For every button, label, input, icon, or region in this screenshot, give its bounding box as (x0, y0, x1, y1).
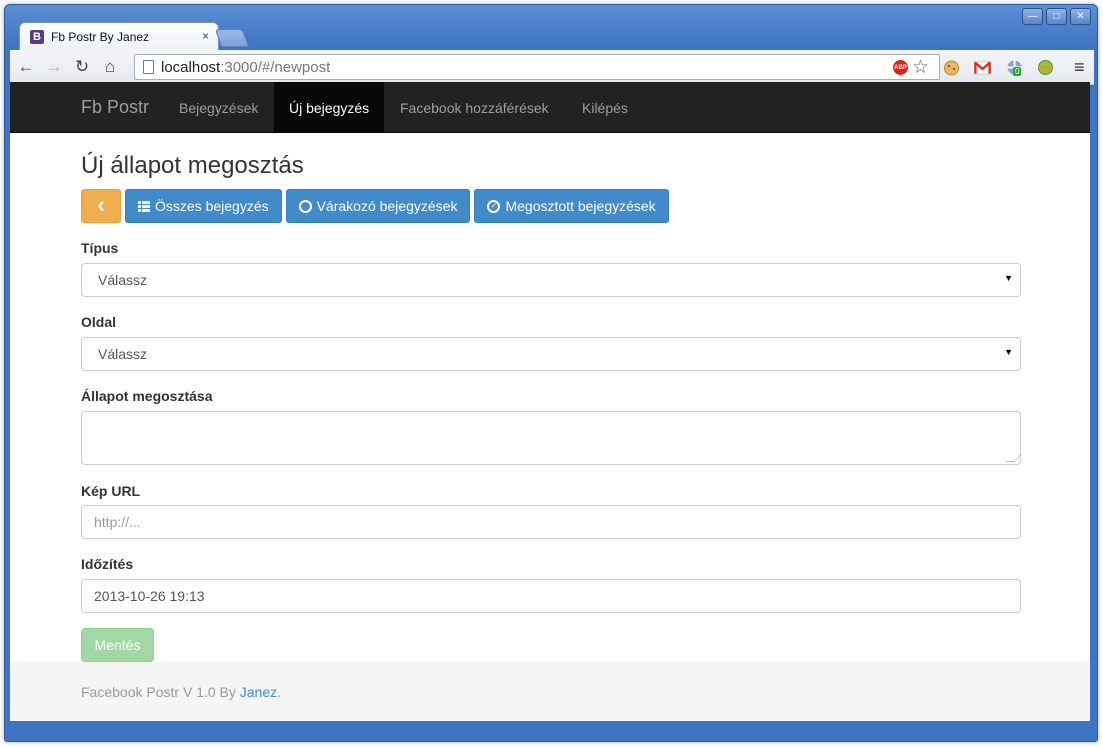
new-tab-button[interactable] (214, 29, 250, 47)
nav-link-facebook-access[interactable]: Facebook hozzáférések (385, 82, 564, 133)
chevron-left-icon: ‹ (97, 191, 105, 217)
back-arrow-icon[interactable]: ← (16, 57, 36, 77)
gmail-icon[interactable] (974, 59, 991, 76)
footer-suffix: . (277, 684, 281, 700)
close-window-button[interactable]: ✕ (1070, 8, 1091, 25)
extension-badge: 0 (1013, 67, 1022, 76)
status-label: Állapot megosztása (81, 388, 213, 404)
status-textarea[interactable] (81, 411, 1022, 465)
home-icon[interactable]: ⌂ (100, 57, 120, 77)
nav-link-posts[interactable]: Bejegyzések (164, 82, 273, 133)
browser-toolbar: ← → ↻ ⌂ localhost:3000/#/newpost ABP ☆ 0… (10, 50, 1094, 85)
type-select[interactable]: Válassz ▼ (81, 263, 1021, 297)
window-controls: — □ ✕ (1022, 8, 1091, 25)
nav-link-new-post[interactable]: Új bejegyzés (274, 82, 385, 133)
shared-posts-button[interactable]: ✓ Megosztott bejegyzések (474, 189, 669, 223)
type-label: Típus (81, 240, 119, 256)
extension-badge-icon[interactable]: 0 (1006, 59, 1023, 76)
shared-posts-label: Megosztott bejegyzések (505, 198, 656, 214)
green-sphere-icon[interactable] (1037, 59, 1054, 76)
navbar-brand[interactable]: Fb Postr (81, 97, 149, 118)
image-url-placeholder: http://... (94, 514, 141, 530)
footer-text: Facebook Postr V 1.0 By Janez. (81, 684, 281, 700)
image-url-label: Kép URL (81, 483, 141, 499)
action-button-group: ‹ Összes bejegyzés Várakozó bejegyzések … (81, 189, 669, 223)
adblock-icon[interactable]: ABP (893, 60, 908, 75)
browser-tab[interactable]: B Fb Postr By Janez × (19, 22, 219, 50)
nav-link-logout[interactable]: Kilépés (567, 82, 643, 133)
bootstrap-favicon-icon: B (30, 29, 44, 44)
maximize-button[interactable]: □ (1046, 8, 1067, 25)
type-select-value: Válassz (98, 272, 148, 288)
minimize-button[interactable]: — (1022, 8, 1043, 25)
select-caret-icon: ▼ (1004, 347, 1013, 357)
url-path: :3000/#/newpost (220, 58, 331, 76)
address-bar[interactable]: localhost:3000/#/newpost (134, 54, 940, 80)
resize-handle-icon[interactable] (1006, 454, 1022, 462)
save-button[interactable]: Mentés (81, 628, 154, 662)
top-navbar: Fb Postr Bejegyzések Új bejegyzés Facebo… (10, 82, 1090, 133)
page-label: Oldal (81, 314, 117, 330)
page-viewport: Fb Postr Bejegyzések Új bejegyzés Facebo… (10, 82, 1090, 721)
pending-posts-label: Várakozó bejegyzések (316, 198, 458, 214)
back-button[interactable]: ‹ (81, 189, 121, 223)
cookie-icon[interactable] (943, 59, 960, 76)
list-icon (138, 200, 150, 212)
browser-window: — □ ✕ B Fb Postr By Janez × ← → ↻ ⌂ loca… (4, 4, 1098, 742)
schedule-value: 2013-10-26 19:13 (94, 588, 205, 604)
pending-posts-button[interactable]: Várakozó bejegyzések (285, 189, 471, 223)
footer: Facebook Postr V 1.0 By Janez. (10, 662, 1090, 721)
image-url-input[interactable]: http://... (81, 505, 1021, 539)
footer-author-link[interactable]: Janez (240, 684, 277, 700)
forward-arrow-icon[interactable]: → (44, 57, 64, 77)
footer-label: Facebook Postr V 1.0 By (81, 684, 240, 700)
all-posts-button[interactable]: Összes bejegyzés (125, 189, 282, 223)
url-host: localhost (161, 58, 221, 76)
tab-close-icon[interactable]: × (202, 29, 209, 43)
schedule-input[interactable]: 2013-10-26 19:13 (81, 579, 1021, 613)
page-title: Új állapot megosztás (81, 152, 304, 179)
bookmark-star-icon[interactable]: ☆ (912, 56, 929, 79)
select-caret-icon: ▼ (1004, 273, 1013, 283)
page-select[interactable]: Válassz ▼ (81, 337, 1021, 371)
check-circle-icon: ✓ (487, 199, 501, 213)
reload-icon[interactable]: ↻ (72, 57, 92, 77)
browser-menu-icon[interactable]: ≡ (1074, 57, 1085, 78)
all-posts-label: Összes bejegyzés (155, 198, 269, 214)
page-select-value: Válassz (98, 346, 148, 362)
clock-icon (298, 199, 312, 213)
schedule-label: Időzítés (81, 556, 134, 572)
page-icon (143, 60, 154, 74)
tab-title: Fb Postr By Janez (51, 29, 150, 44)
